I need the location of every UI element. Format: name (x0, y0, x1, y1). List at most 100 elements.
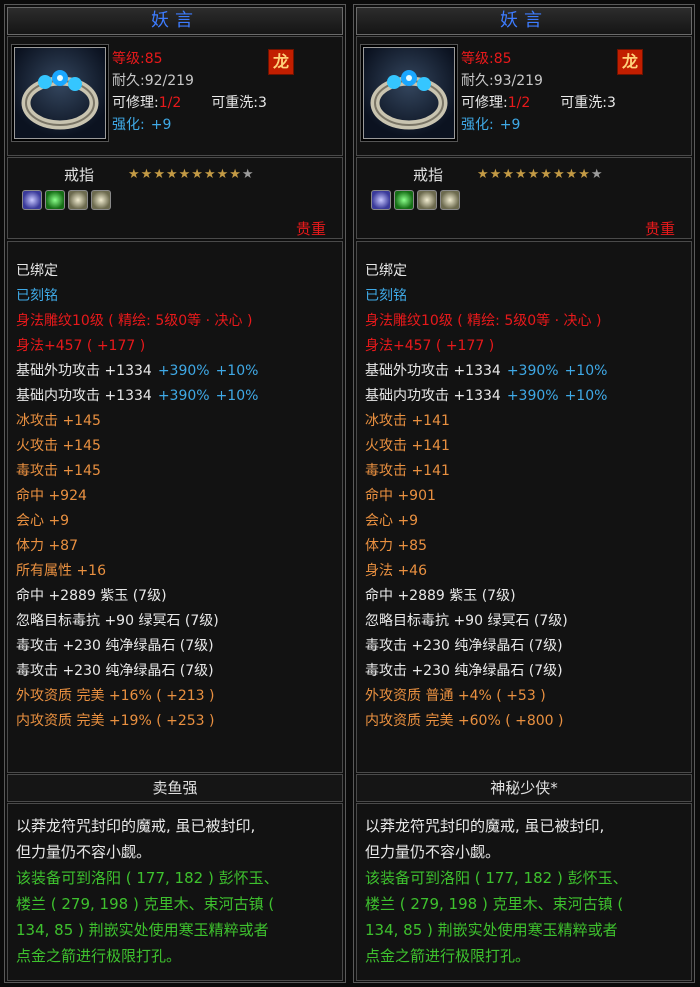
attribute-line: 内攻资质 完美 +60% ( +800 ) (365, 712, 569, 730)
header-line: 可修理:1/2 可重洗:3 (461, 93, 616, 113)
attribute-text: 身法雕纹10级 ( 精绘: 5级0等 · 决心 ) (365, 313, 602, 329)
item-header: 等级:85 耐久:93/219 可修理:1/2 可重洗:3 强化: +9 龙 (356, 36, 692, 156)
item-icon-ring[interactable] (14, 47, 106, 139)
attribute-text: 命中 +901 (365, 488, 436, 504)
item-description: 以莽龙符咒封印的魔戒, 虽已被封印, 但力量仍不容小觑。 该装备可到洛阳 ( 177… (356, 803, 692, 981)
attribute-text: 基础内功攻击 +1334 (365, 388, 501, 404)
star-rating: ★★★★★★★★★★ (477, 167, 604, 182)
attribute-text: 毒攻击 +145 (16, 463, 101, 479)
star-rating: ★★★★★★★★★★ (128, 167, 255, 182)
attribute-line: 会心 +9 (16, 512, 75, 530)
header-repair-value: 1/2 (158, 95, 182, 111)
attribute-line: 所有属性 +16 (16, 562, 112, 580)
header-line: 强化: +9 (461, 115, 520, 135)
attribute-line: 身法+457 ( +177 ) (365, 337, 500, 355)
gem-icon[interactable] (371, 190, 391, 210)
item-tooltip-right: 妖言 等级:85 耐久:93/219 可修理:1/2 可重洗:3 强化: +9 龙戒指 ★★★★… (353, 4, 695, 983)
star-icon: ★ (489, 167, 503, 182)
attribute-text: 内攻资质 完美 +60% ( +800 ) (365, 713, 564, 729)
attribute-text: 身法+457 ( +177 ) (365, 338, 495, 354)
star-icon: ★ (540, 167, 553, 182)
description-line: 该装备可到洛阳 ( 177, 182 ) 彭怀玉、 (365, 869, 628, 887)
attribute-text: +390% (157, 363, 210, 379)
header-enhance-label: 强化: (112, 117, 145, 133)
attribute-line: 已刻铭 (365, 287, 413, 305)
gem-icon[interactable] (417, 190, 437, 210)
seller-name: 卖鱼强 (7, 774, 343, 802)
attribute-text: +390% (157, 388, 210, 404)
seller-name: 神秘少侠* (356, 774, 692, 802)
star-icon: ★ (203, 167, 217, 182)
attribute-line: 冰攻击 +145 (16, 412, 107, 430)
attribute-line: 已绑定 (16, 262, 64, 280)
item-description: 以莽龙符咒封印的魔戒, 虽已被封印, 但力量仍不容小觑。 该装备可到洛阳 ( 177… (7, 803, 343, 981)
attribute-text: +10% (564, 363, 608, 379)
description-line: 楼兰 ( 279, 198 ) 克里木、束河古镇 ( (16, 895, 275, 913)
item-grade: 贵重 (295, 220, 326, 238)
header-line: 等级:85 (112, 49, 163, 69)
attribute-text: 已刻铭 (365, 288, 407, 304)
star-icon: ★ (178, 167, 192, 182)
star-icon: ★ (229, 167, 242, 182)
attribute-text: 命中 +2889 紫玉 (7级) (365, 588, 516, 604)
header-line: 耐久:93/219 (461, 71, 543, 91)
item-type: 戒指 (413, 166, 444, 184)
attribute-text: 内攻资质 完美 +19% ( +253 ) (16, 713, 215, 729)
gem-icon[interactable] (91, 190, 111, 210)
attribute-line: 基础内功攻击 +1334 +390% +10% (365, 387, 613, 405)
attribute-line: 忽略目标毒抗 +90 绿冥石 (7级) (16, 612, 225, 630)
gem-icon[interactable] (22, 190, 42, 210)
description-line: 但力量仍不容小觑。 (16, 843, 152, 861)
item-title: 妖言 (7, 7, 343, 35)
attribute-text: 冰攻击 +145 (16, 413, 101, 429)
header-line: 可修理:1/2 可重洗:3 (112, 93, 267, 113)
attribute-line: 外攻资质 完美 +16% ( +213 ) (16, 687, 220, 705)
item-type: 戒指 (64, 166, 95, 184)
attribute-text: +10% (215, 388, 259, 404)
attribute-text: 身法 +46 (365, 563, 427, 579)
gem-icon[interactable] (68, 190, 88, 210)
description-line: 但力量仍不容小觑。 (365, 843, 501, 861)
attribute-text: 已绑定 (16, 263, 58, 279)
attribute-text: 会心 +9 (365, 513, 419, 529)
attribute-text: 毒攻击 +230 纯净绿晶石 (7级) (365, 663, 563, 679)
star-icon: ★ (140, 167, 154, 182)
star-icon: ★ (552, 167, 566, 182)
attribute-line: 毒攻击 +145 (16, 462, 107, 480)
header-repair-value: 1/2 (507, 95, 531, 111)
header-level: 等级:85 (461, 51, 512, 67)
attribute-line: 基础外功攻击 +1334 +390% +10% (365, 362, 613, 380)
header-enhance-value: +9 (150, 117, 172, 133)
attribute-text: 冰攻击 +141 (365, 413, 450, 429)
attribute-text: +10% (215, 363, 259, 379)
item-icon-ring[interactable] (363, 47, 455, 139)
header-line: 强化: +9 (112, 115, 171, 135)
attribute-text: 火攻击 +141 (365, 438, 450, 454)
gem-icon[interactable] (394, 190, 414, 210)
item-grade: 贵重 (644, 220, 675, 238)
star-icon: ★ (153, 167, 166, 182)
gem-icon[interactable] (440, 190, 460, 210)
gem-icon[interactable] (45, 190, 65, 210)
attribute-line: 基础外功攻击 +1334 +390% +10% (16, 362, 264, 380)
description-line: 点金之箭进行极限打孔。 (365, 947, 531, 965)
attribute-line: 火攻击 +145 (16, 437, 107, 455)
attribute-text: +390% (506, 363, 559, 379)
star-icon: ★ (527, 167, 541, 182)
attribute-line: 火攻击 +141 (365, 437, 456, 455)
attribute-line: 命中 +2889 紫玉 (7级) (365, 587, 522, 605)
star-icon: ★ (191, 167, 204, 182)
attribute-line: 外攻资质 普通 +4% ( +53 ) (365, 687, 552, 705)
attribute-text: 已刻铭 (16, 288, 58, 304)
attribute-line: 体力 +85 (365, 537, 433, 555)
attribute-text: 基础外功攻击 +1334 (365, 363, 501, 379)
attribute-text: 已绑定 (365, 263, 407, 279)
attribute-line: 毒攻击 +230 纯净绿晶石 (7级) (16, 637, 220, 655)
attribute-text: 命中 +924 (16, 488, 87, 504)
item-subheader: 戒指 ★★★★★★★★★★ 贵重 (356, 157, 692, 239)
star-icon: ★ (128, 167, 141, 182)
header-enhance-value: +9 (499, 117, 521, 133)
attribute-text: 外攻资质 普通 +4% ( +53 ) (365, 688, 546, 704)
attribute-text: 基础外功攻击 +1334 (16, 363, 152, 379)
attribute-text: 命中 +2889 紫玉 (7级) (16, 588, 167, 604)
